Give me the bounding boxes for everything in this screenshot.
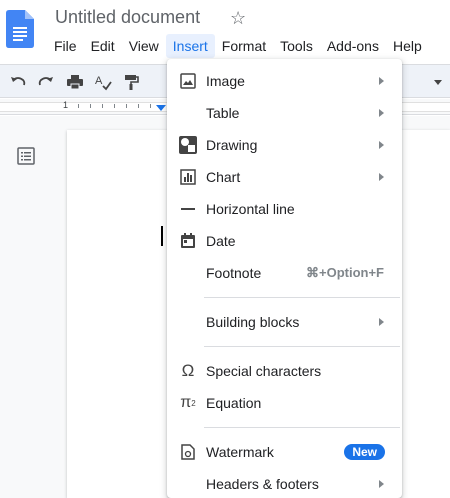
omega-icon: Ω xyxy=(181,361,195,380)
print-icon[interactable] xyxy=(65,72,85,92)
redo-icon[interactable] xyxy=(36,72,56,92)
menu-format[interactable]: Format xyxy=(215,34,273,58)
submenu-arrow-icon xyxy=(379,318,384,326)
menu-insert[interactable]: Insert xyxy=(165,34,215,58)
insert-headers-footers-item[interactable]: Headers & footers xyxy=(167,468,402,498)
text-cursor xyxy=(161,226,163,246)
chart-icon xyxy=(179,168,197,186)
insert-chart-item[interactable]: Chart xyxy=(167,161,402,193)
menu-add-ons[interactable]: Add-ons xyxy=(320,34,386,58)
submenu-arrow-icon xyxy=(379,109,384,117)
menu-separator xyxy=(204,427,400,428)
new-badge: New xyxy=(344,444,385,460)
star-icon[interactable]: ☆ xyxy=(230,8,246,28)
watermark-icon xyxy=(179,443,197,461)
toolbar-more-caret-icon[interactable] xyxy=(434,80,442,85)
menu-help[interactable]: Help xyxy=(386,34,429,58)
paint-format-icon[interactable] xyxy=(121,72,141,92)
docs-logo-icon[interactable] xyxy=(6,10,34,48)
horizontal-line-icon xyxy=(179,200,197,218)
menu-view[interactable]: View xyxy=(122,34,166,58)
submenu-arrow-icon xyxy=(379,77,384,85)
insert-equation-item[interactable]: π2 Equation xyxy=(167,387,402,419)
indent-marker-icon[interactable] xyxy=(156,105,166,111)
spellcheck-icon[interactable]: A xyxy=(93,72,113,92)
menu-file[interactable]: File xyxy=(47,34,84,58)
submenu-arrow-icon xyxy=(379,173,384,181)
insert-image-item[interactable]: Image xyxy=(167,65,402,97)
insert-footnote-item[interactable]: Footnote ⌘+Option+F xyxy=(167,257,402,289)
document-outline-icon[interactable] xyxy=(16,146,36,166)
ruler-number: 1 xyxy=(63,100,69,110)
insert-table-item[interactable]: Table xyxy=(167,97,402,129)
insert-date-item[interactable]: Date xyxy=(167,225,402,257)
calendar-icon xyxy=(179,232,197,250)
footnote-shortcut: ⌘+Option+F xyxy=(306,265,384,280)
image-icon xyxy=(179,72,197,90)
insert-horizontal-line-item[interactable]: Horizontal line xyxy=(167,193,402,225)
svg-text:A: A xyxy=(95,75,103,87)
insert-special-characters-item[interactable]: Ω Special characters xyxy=(167,355,402,387)
menu-separator xyxy=(204,346,400,347)
menu-separator xyxy=(204,297,400,298)
submenu-arrow-icon xyxy=(379,141,384,149)
insert-watermark-item[interactable]: Watermark New xyxy=(167,436,402,468)
menu-bar: File Edit View Insert Format Tools Add-o… xyxy=(47,34,429,58)
pi-squared-icon: π2 xyxy=(180,394,196,411)
undo-icon[interactable] xyxy=(8,72,28,92)
insert-drawing-item[interactable]: Drawing xyxy=(167,129,402,161)
menu-tools[interactable]: Tools xyxy=(273,34,320,58)
menu-edit[interactable]: Edit xyxy=(84,34,122,58)
insert-building-blocks-item[interactable]: Building blocks xyxy=(167,306,402,338)
submenu-arrow-icon xyxy=(379,480,384,488)
document-title[interactable]: Untitled document xyxy=(55,7,200,28)
drawing-icon xyxy=(179,136,197,154)
insert-menu: Image Table Drawing Chart Horizontal lin… xyxy=(167,59,402,498)
